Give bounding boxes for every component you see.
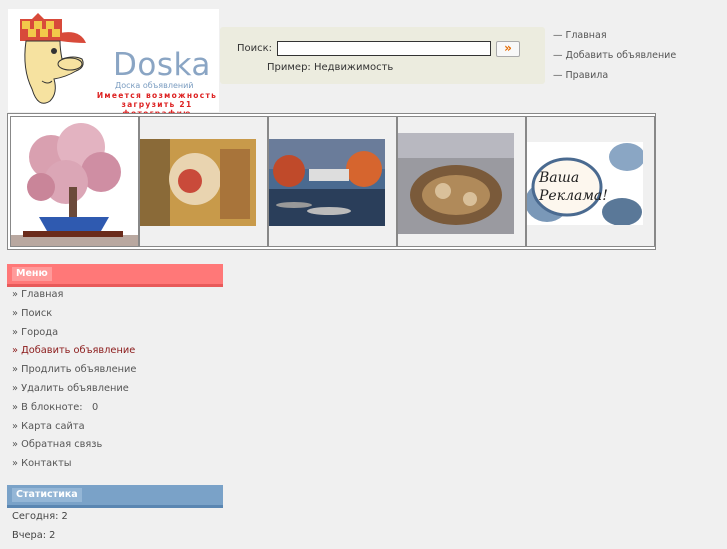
site-logo[interactable]: Doska Доска объявлений Имеется возможнос… — [8, 9, 219, 118]
menu-item-extend-ad[interactable]: » Продлить объявление — [12, 364, 136, 383]
top-link-rules[interactable]: — Правила — [553, 70, 676, 90]
menu-item-feedback[interactable]: » Обратная связь — [12, 439, 136, 458]
menu-item-home[interactable]: » Главная — [12, 289, 136, 308]
mascot-icon — [20, 13, 86, 104]
gallery-item-4[interactable] — [397, 116, 526, 247]
photo-gallery: Ваша Реклама! — [7, 113, 656, 250]
ad-caption-2: Реклама! — [538, 188, 608, 204]
ad-caption-1: Ваша — [538, 170, 579, 186]
menu-item-contacts[interactable]: » Контакты — [12, 458, 136, 477]
stats-yesterday: Вчера: 2 — [12, 530, 56, 541]
stats-panel: Сегодня: 2 Вчера: 2 — [12, 511, 68, 549]
gallery-item-5[interactable]: Ваша Реклама! — [526, 116, 655, 247]
menu-item-notepad[interactable]: » В блокноте: 0 — [12, 402, 136, 421]
search-input[interactable] — [277, 41, 491, 56]
logo-subtitle: Доска объявлений — [115, 81, 194, 90]
advert-banner-icon: Ваша Реклама! — [527, 142, 643, 225]
gallery-item-3[interactable] — [268, 116, 397, 247]
side-menu: » Главная » Поиск » Города » Добавить об… — [12, 289, 136, 477]
logo-title: Doska — [113, 47, 211, 83]
search-label: Поиск: — [237, 43, 273, 54]
menu-item-sitemap[interactable]: » Карта сайта — [12, 421, 136, 440]
notepad-label: » В блокноте: — [12, 401, 83, 413]
menu-item-add-ad[interactable]: » Добавить объявление — [12, 345, 136, 364]
search-button[interactable]: » — [496, 41, 520, 57]
notepad-count: 0 — [91, 401, 99, 413]
top-link-add-ad[interactable]: — Добавить объявление — [553, 50, 676, 70]
gallery-item-2[interactable] — [139, 116, 268, 247]
search-panel: Поиск: » Пример: Недвижимость — [220, 27, 545, 84]
menu-item-cities[interactable]: » Города — [12, 327, 136, 346]
golden-figure-photo-icon — [140, 139, 256, 226]
street-art-photo-icon — [398, 133, 514, 234]
menu-item-search[interactable]: » Поиск — [12, 308, 136, 327]
top-link-home[interactable]: — Главная — [553, 30, 676, 50]
lake-boats-photo-icon — [269, 139, 385, 226]
stats-header: Статистика — [7, 485, 223, 508]
bonsai-tree-photo-icon — [11, 117, 138, 246]
stats-title: Статистика — [12, 488, 82, 502]
gallery-item-1[interactable] — [10, 116, 139, 247]
menu-item-delete-ad[interactable]: » Удалить объявление — [12, 383, 136, 402]
logo-tagline-1: Имеется возможность — [96, 91, 218, 100]
search-example: Пример: Недвижимость — [267, 62, 394, 73]
top-links: — Главная — Добавить объявление — Правил… — [553, 30, 676, 90]
menu-header: Меню — [7, 264, 223, 287]
menu-title: Меню — [12, 267, 52, 281]
stats-today: Сегодня: 2 — [12, 511, 68, 522]
